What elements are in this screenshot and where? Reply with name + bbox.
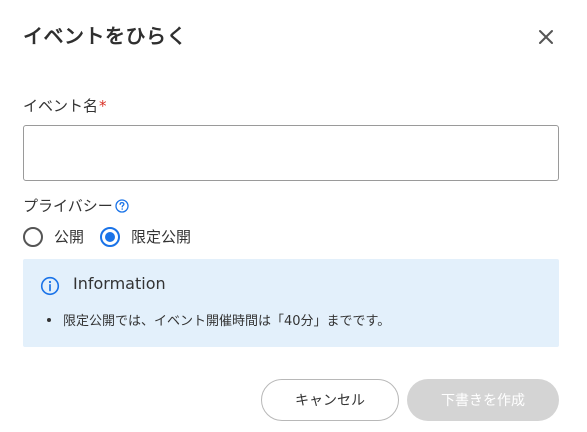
information-title: Information [73, 274, 166, 293]
create-draft-button[interactable]: 下書きを作成 [407, 379, 559, 421]
information-list-item: 限定公開では、イベント開催時間は「40分」までです。 [47, 310, 390, 329]
close-button[interactable] [533, 24, 559, 50]
event-name-label: イベント名* [23, 95, 107, 116]
radio-limited-circle[interactable] [100, 226, 121, 247]
required-mark: * [99, 97, 107, 115]
information-item-text: 限定公開では、イベント開催時間は「40分」までです。 [63, 314, 391, 329]
radio-public-circle[interactable] [23, 226, 43, 247]
create-event-dialog: イベントをひらく イベント名* プライバシー 公開 限定公開 Informati… [0, 0, 587, 432]
dialog-title: イベントをひらく [23, 24, 187, 48]
radio-limited[interactable]: 限定公開 [100, 226, 191, 247]
radio-public-label: 公開 [54, 228, 85, 246]
radio-public[interactable]: 公開 [23, 226, 84, 247]
cancel-button[interactable]: キャンセル [261, 379, 399, 421]
question-circle-icon[interactable] [115, 198, 129, 213]
bullet-dot [47, 317, 51, 322]
info-icon [40, 276, 60, 296]
privacy-label-text: プライバシー [23, 197, 113, 215]
event-name-input[interactable] [23, 125, 559, 181]
information-panel: Information 限定公開では、イベント開催時間は「40分」までです。 [23, 259, 559, 347]
event-name-label-text: イベント名 [23, 97, 99, 115]
radio-limited-label: 限定公開 [131, 228, 192, 246]
close-icon [533, 24, 559, 50]
privacy-radio-group: 公開 限定公開 [23, 226, 207, 247]
privacy-label: プライバシー [23, 195, 129, 216]
